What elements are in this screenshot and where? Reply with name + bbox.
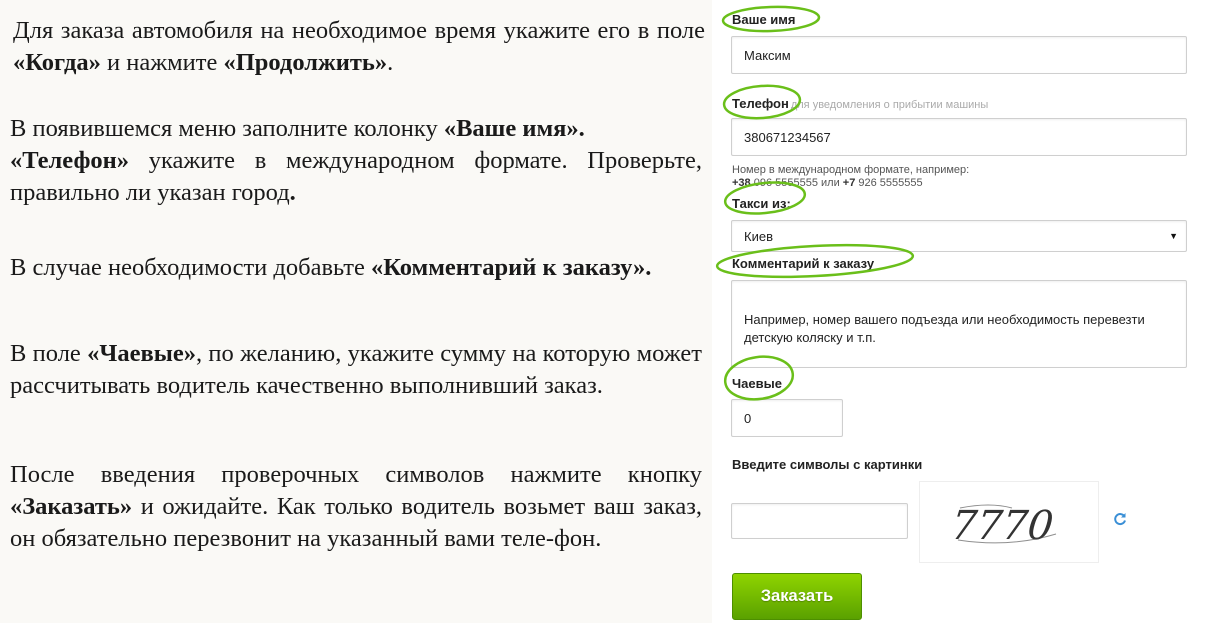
comment-textarea[interactable]: Например, номер вашего подъезда или необ… [731,280,1187,368]
instruction-step-tips: В поле «Чаевые», по желанию, укажите сум… [10,338,702,402]
name-input[interactable]: Максим [731,36,1187,74]
instruction-bold: «Чаевые» [87,340,196,367]
comment-label: Комментарий к заказу [732,256,875,271]
instruction-bold: «Продолжить» [223,49,388,76]
phone-note-text: 096 5555555 или [750,177,843,189]
phone-hint: для уведомления о прибытии машины [790,99,989,111]
captcha-image: 7770 [919,481,1099,563]
refresh-icon[interactable] [1112,511,1128,527]
instruction-step-submit: После введения проверочных символов нажм… [10,459,702,555]
phone-label: Телефон для уведомления о прибытии машины [732,96,988,111]
captcha-label: Введите символы с картинки [732,457,923,472]
phone-note-line1: Номер в международном формате, например: [732,164,970,176]
phone-note-line2: +38 096 5555555 или +7 926 5555555 [732,177,969,190]
instruction-step-when: Для заказа автомобиля на необходимое вре… [13,15,705,79]
instruction-bold: «Телефон» [10,147,130,174]
order-button[interactable]: Заказать [732,573,862,620]
instruction-step-comment: В случае необходимости добавьте «Коммент… [10,252,702,284]
instruction-text: В поле [10,340,88,367]
instruction-text: . [387,49,394,76]
instructions-panel: Для заказа автомобиля на необходимое вре… [0,0,712,623]
instruction-text: Для заказа автомобиля на необходимое вре… [13,17,705,44]
instruction-step-name-phone: В появившемся меню заполните колонку «Ва… [10,113,702,209]
instruction-text: и нажмите [100,49,224,76]
instruction-text: В появившемся меню заполните колонку [10,115,444,142]
tips-label: Чаевые [732,376,782,391]
caret-down-icon: ▼ [1169,231,1178,241]
captcha-text: 7770 [949,503,1056,549]
name-label: Ваше имя [732,12,796,27]
captcha-input[interactable] [731,503,908,539]
order-form: Ваше имя Максим Телефон для уведомления о… [712,0,1209,623]
instruction-text: В случае необходимости добавьте [10,254,371,281]
city-select-value: Киев [744,228,773,244]
phone-note-prefix: +38 [732,177,751,189]
instruction-bold: . [289,179,296,206]
instruction-text: После введения проверочных символов нажм… [10,461,702,488]
phone-note-prefix: +7 [842,177,856,189]
city-select[interactable]: Киев ▼ [731,220,1187,252]
phone-input[interactable]: 380671234567 [731,118,1187,156]
city-label: Такси из: [732,196,791,211]
phone-label-text: Телефон [732,96,789,111]
instruction-bold: «Ваше имя». [443,115,585,142]
instruction-bold: «Комментарий к заказу». [370,254,652,281]
instruction-bold: «Заказать» [10,493,133,520]
phone-format-note: Номер в международном формате, например:… [732,164,969,190]
tips-input[interactable]: 0 [731,399,843,437]
phone-note-text: 926 5555555 [855,177,923,189]
instruction-bold: «Когда» [13,49,101,76]
